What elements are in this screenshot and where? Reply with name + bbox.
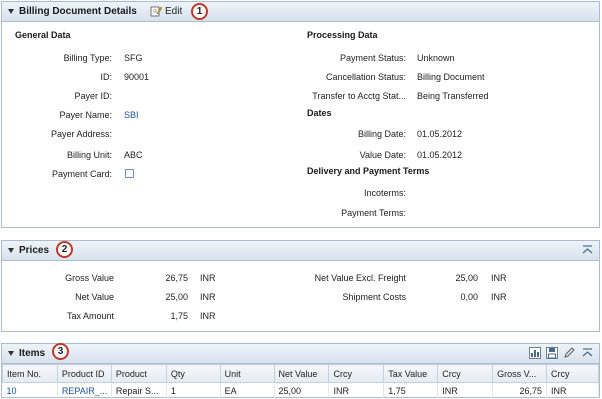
callout-badge-3: 3 xyxy=(52,343,69,360)
dates-title: Dates xyxy=(307,108,332,118)
billing-document-panel: Billing Document Details Edit 1 General … xyxy=(1,1,600,228)
qty-cell: 1 xyxy=(166,382,221,399)
save-icon[interactable] xyxy=(546,347,558,359)
item-no-link[interactable]: 10 xyxy=(2,382,58,399)
collapse-triangle-icon[interactable] xyxy=(8,351,14,356)
payer-address-label: Payer Address: xyxy=(50,129,112,139)
column-header[interactable]: Item No. xyxy=(2,364,58,383)
net-value-excl-freight-currency: INR xyxy=(491,273,507,283)
product-cell: Repair S... xyxy=(111,382,167,399)
callout-badge-2: 2 xyxy=(56,241,73,258)
currency-cell: INR xyxy=(546,382,599,399)
tax-amount-currency: INR xyxy=(200,311,216,321)
billing-type-label: Billing Type: xyxy=(63,53,112,63)
id-value: 90001 xyxy=(124,72,150,82)
column-header[interactable]: Product xyxy=(110,364,167,383)
payment-status-value: Unknown xyxy=(417,53,455,63)
column-header[interactable]: Product ID xyxy=(56,364,112,383)
processing-data-title: Processing Data xyxy=(307,30,378,40)
billing-unit-label: Billing Unit: xyxy=(66,150,112,160)
items-table: Item No. Product ID Product Qty Unit Net… xyxy=(2,364,599,399)
items-header-row: Item No. Product ID Product Qty Unit Net… xyxy=(2,364,599,383)
tax-amount-amount: 1,75 xyxy=(170,311,188,321)
id-label: ID: xyxy=(100,72,112,82)
column-header[interactable]: Crcy xyxy=(546,364,599,383)
billing-date-value: 01.05.2012 xyxy=(417,129,463,139)
collapse-icon[interactable] xyxy=(582,245,593,255)
payment-terms-label: Payment Terms: xyxy=(341,208,406,218)
column-header[interactable]: Crcy xyxy=(328,364,385,383)
net-value-label: Net Value xyxy=(75,292,114,302)
net-value-amount: 25,00 xyxy=(165,292,188,302)
gross-value-amount: 26,75 xyxy=(165,273,188,283)
tax-amount-label: Tax Amount xyxy=(66,311,114,321)
column-header[interactable]: Qty xyxy=(165,364,221,383)
collapse-triangle-icon[interactable] xyxy=(8,9,14,14)
payer-id-label: Payer ID: xyxy=(74,91,112,101)
items-panel-title: Items xyxy=(19,348,46,359)
billing-panel-title: Billing Document Details xyxy=(19,6,137,17)
transfer-status-value: Being Transferred xyxy=(417,91,489,101)
general-data-title: General Data xyxy=(15,30,71,40)
cancellation-status-label: Cancellation Status: xyxy=(325,72,406,82)
column-header[interactable]: Tax Value xyxy=(383,364,439,383)
gross-value-label: Gross Value xyxy=(65,273,114,283)
callout-badge-1: 1 xyxy=(191,3,208,20)
payer-name-link[interactable]: SBI xyxy=(124,110,139,120)
table-row[interactable]: 10 REPAIR_... Repair S... 1 EA 25,00 INR… xyxy=(2,382,599,399)
billing-panel-header: Billing Document Details Edit 1 xyxy=(2,2,599,22)
payment-card-checkbox[interactable] xyxy=(125,169,134,178)
export-icon[interactable] xyxy=(529,347,541,359)
edit-label: Edit xyxy=(165,6,183,17)
collapse-icon[interactable] xyxy=(582,348,593,358)
net-value-currency: INR xyxy=(200,292,216,302)
payer-name-label: Payer Name: xyxy=(59,110,112,120)
cancellation-status-value: Billing Document xyxy=(417,72,485,82)
collapse-triangle-icon[interactable] xyxy=(8,248,14,253)
incoterms-label: Incoterms: xyxy=(363,188,406,198)
billing-type-value: SFG xyxy=(124,53,143,63)
gross-value-currency: INR xyxy=(200,273,216,283)
product-id-link[interactable]: REPAIR_... xyxy=(57,382,112,399)
value-date-label: Value Date: xyxy=(359,150,406,160)
prices-panel-title: Prices xyxy=(19,245,50,256)
unit-cell: EA xyxy=(220,382,275,399)
net-value-cell: 25,00 xyxy=(274,382,330,399)
edit-icon xyxy=(150,6,162,17)
items-panel-header: Items 3 xyxy=(2,343,599,364)
net-value-excl-freight-label: Net Value Excl. Freight xyxy=(314,273,406,283)
column-header[interactable]: Net Value xyxy=(273,364,330,383)
currency-cell: INR xyxy=(328,382,385,399)
prices-panel-header: Prices 2 xyxy=(2,241,599,261)
tax-value-cell: 1,75 xyxy=(383,382,439,399)
payment-card-label: Payment Card: xyxy=(51,169,112,179)
column-header[interactable]: Unit xyxy=(219,364,275,383)
shipment-costs-label: Shipment Costs xyxy=(342,292,406,302)
billing-date-label: Billing Date: xyxy=(357,129,406,139)
transfer-status-label: Transfer to Acctg Stat... xyxy=(312,91,406,101)
items-panel: Items 3 Item No. Product ID Product Qty … xyxy=(1,343,600,399)
billing-unit-value: ABC xyxy=(124,150,143,160)
net-value-excl-freight-amount: 25,00 xyxy=(455,273,478,283)
shipment-costs-currency: INR xyxy=(491,292,507,302)
shipment-costs-amount: 0,00 xyxy=(460,292,478,302)
gross-value-cell: 26,75 xyxy=(492,382,548,399)
pencil-icon[interactable] xyxy=(563,347,575,359)
delivery-terms-title: Delivery and Payment Terms xyxy=(307,166,430,176)
column-header[interactable]: Gross V... xyxy=(492,364,548,383)
value-date-value: 01.05.2012 xyxy=(417,150,463,160)
payment-status-label: Payment Status: xyxy=(339,53,406,63)
currency-cell: INR xyxy=(437,382,494,399)
prices-panel: Prices 2 Gross Value 26,75 INR Net Value… xyxy=(1,240,600,332)
column-header[interactable]: Crcy xyxy=(437,364,494,383)
